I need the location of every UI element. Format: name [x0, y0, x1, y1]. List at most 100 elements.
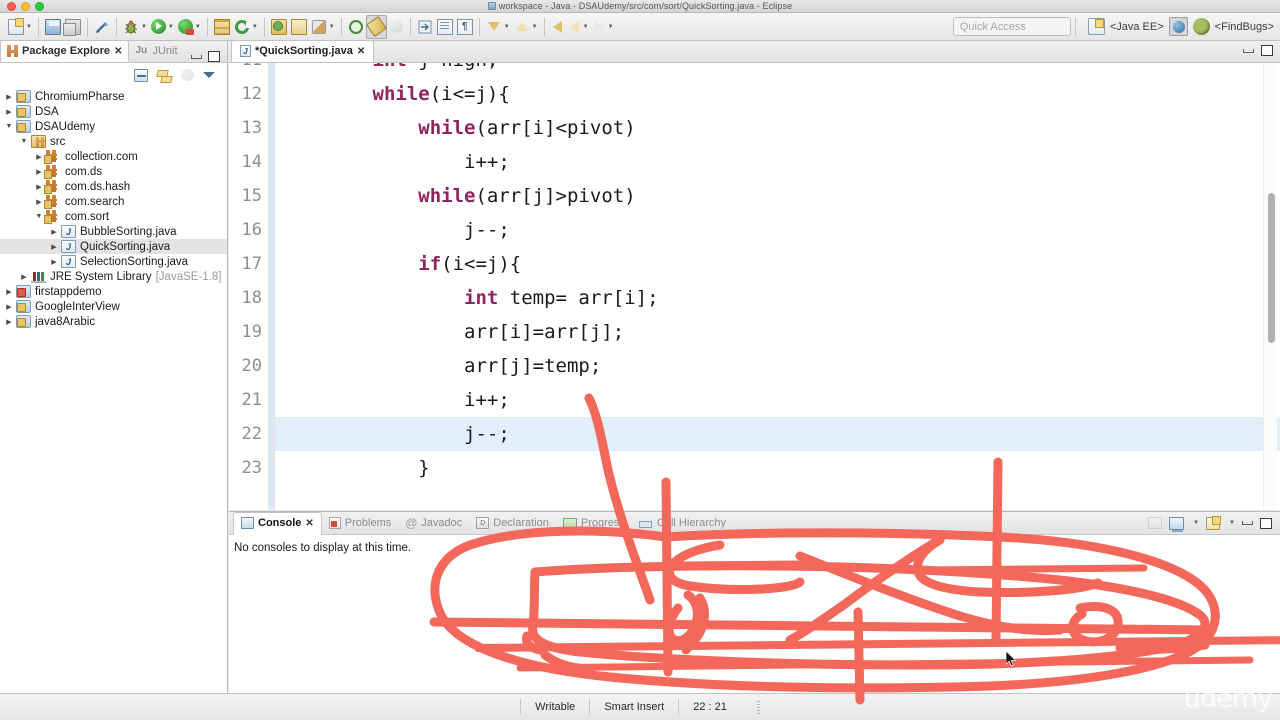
- source-code[interactable]: int j=high; while(i<=j){ while(arr[i]<pi…: [275, 63, 1280, 510]
- tree-item-com-ds-hash[interactable]: ▶ com.ds.hash: [0, 179, 227, 194]
- maximize-icon[interactable]: [1260, 517, 1272, 529]
- open-console-icon[interactable]: [1206, 515, 1222, 530]
- chevron-down-icon[interactable]: ▼: [1229, 520, 1235, 526]
- open-resource-button[interactable]: [289, 15, 309, 39]
- save-all-button[interactable]: [62, 15, 83, 39]
- console-tab-progress[interactable]: Progress: [556, 512, 632, 535]
- chevron-right-icon[interactable]: ▶: [2, 318, 16, 326]
- tree-item-src[interactable]: ▼ src: [0, 134, 227, 149]
- chevron-right-icon[interactable]: ▶: [2, 108, 16, 116]
- console-tab-javadoc[interactable]: @ Javadoc: [398, 512, 469, 535]
- view-menu-icon[interactable]: [203, 72, 215, 78]
- perspective-findbugs[interactable]: <FindBugs>: [1215, 21, 1274, 33]
- chevron-down-icon[interactable]: ▼: [252, 24, 258, 30]
- tree-item-jre-system-library[interactable]: ▶ JRE System Library [JavaSE-1.8]: [0, 269, 227, 284]
- tree-item-chromiumpharse[interactable]: ▶ ChromiumPharse: [0, 89, 227, 104]
- console-tab-declaration[interactable]: D Declaration: [469, 512, 556, 535]
- chevron-down-icon[interactable]: ▼: [195, 24, 201, 30]
- new-wizard-button[interactable]: ▼: [6, 15, 34, 39]
- new-java-project-button[interactable]: [212, 15, 232, 39]
- tree-item-com-sort[interactable]: ▼ com.sort: [0, 209, 227, 224]
- code-line[interactable]: i++;: [275, 383, 1280, 417]
- chevron-right-icon[interactable]: ▶: [2, 303, 16, 311]
- minimize-icon[interactable]: [1242, 521, 1253, 525]
- highlight-button[interactable]: [365, 14, 387, 39]
- code-line[interactable]: while(arr[i]<pivot): [275, 111, 1280, 145]
- open-type-button[interactable]: [269, 15, 289, 39]
- pin-console-icon[interactable]: [1148, 517, 1163, 529]
- open-perspective-icon[interactable]: [1087, 18, 1105, 35]
- status-resize-handle[interactable]: [756, 700, 760, 714]
- maximize-icon[interactable]: [1261, 45, 1273, 56]
- mark-occurrences-button[interactable]: [92, 15, 112, 39]
- tree-item-dsaudemy[interactable]: ▼ DSAUdemy: [0, 119, 227, 134]
- next-button[interactable]: ▼: [591, 15, 616, 39]
- chevron-right-icon[interactable]: ▶: [2, 288, 16, 296]
- console-tab-call-hierarchy[interactable]: Call Hierarchy: [632, 512, 733, 535]
- run-button[interactable]: ▼: [149, 15, 176, 39]
- next-annotation-button[interactable]: ▼: [484, 15, 512, 39]
- tree-item-com-ds[interactable]: ▶ com.ds: [0, 164, 227, 179]
- chevron-right-icon[interactable]: ▶: [2, 93, 16, 101]
- code-line[interactable]: int temp= arr[i];: [275, 281, 1280, 315]
- tab-quicksorting-java[interactable]: J *QuickSorting.java ✕: [231, 40, 375, 62]
- minimize-icon[interactable]: [1243, 48, 1254, 53]
- tree-item-java8arabic[interactable]: ▶ java8Arabic: [0, 314, 227, 329]
- chevron-down-icon[interactable]: ▼: [168, 24, 174, 30]
- chevron-down-icon[interactable]: ▼: [2, 123, 16, 130]
- code-line[interactable]: while(i<=j){: [275, 77, 1280, 111]
- previous-annotation-button[interactable]: ▼: [512, 15, 540, 39]
- minimize-icon[interactable]: [191, 54, 202, 59]
- tree-item-firstappdemo[interactable]: ▶ firstappdemo: [0, 284, 227, 299]
- tree-item-collection-com[interactable]: ▶ collection.com: [0, 149, 227, 164]
- maximize-icon[interactable]: [208, 51, 220, 62]
- code-line[interactable]: j--;: [275, 213, 1280, 247]
- chevron-down-icon[interactable]: ▼: [329, 24, 335, 30]
- chevron-right-icon[interactable]: ▶: [47, 243, 61, 251]
- debug-button[interactable]: ▼: [121, 15, 149, 39]
- console-tab-problems[interactable]: Problems: [322, 512, 398, 535]
- back-button[interactable]: [549, 15, 566, 39]
- chevron-down-icon[interactable]: ▼: [532, 24, 538, 30]
- chevron-down-icon[interactable]: ▼: [17, 138, 31, 145]
- focus-icon[interactable]: [181, 69, 194, 81]
- code-line[interactable]: j--;: [275, 417, 1280, 451]
- tree-item-bubblesorting-java[interactable]: ▶ J BubbleSorting.java: [0, 224, 227, 239]
- project-tree[interactable]: ▶ ChromiumPharse ▶ DSA ▼ DSAUdemy ▼ src ▶ collect…: [0, 87, 227, 329]
- close-icon[interactable]: ✕: [305, 518, 313, 529]
- chevron-down-icon[interactable]: ▼: [141, 24, 147, 30]
- perspective-findbugs-icon[interactable]: [1192, 18, 1210, 35]
- quick-access-input[interactable]: Quick Access: [952, 17, 1071, 36]
- run-coverage-button[interactable]: ▼: [176, 15, 203, 39]
- chevron-down-icon[interactable]: ▼: [608, 24, 614, 30]
- tree-item-dsa[interactable]: ▶ DSA: [0, 104, 227, 119]
- chevron-right-icon[interactable]: ▶: [47, 228, 61, 236]
- save-button[interactable]: [43, 15, 63, 39]
- link-with-editor-icon[interactable]: [157, 69, 172, 82]
- tree-item-com-search[interactable]: ▶ com.search: [0, 194, 227, 209]
- chevron-down-icon[interactable]: ▼: [26, 24, 32, 30]
- code-line[interactable]: }: [275, 451, 1280, 485]
- tree-item-selectionsorting-java[interactable]: ▶ J SelectionSorting.java: [0, 254, 227, 269]
- external-tools-button[interactable]: [415, 15, 435, 39]
- whitespace-button[interactable]: ¶: [455, 15, 475, 39]
- cluster-button[interactable]: [387, 15, 406, 39]
- console-tab-console[interactable]: Console ✕: [233, 511, 322, 535]
- tree-item-quicksorting-java[interactable]: ▶ J QuickSorting.java: [0, 239, 227, 254]
- editor-vertical-scrollbar[interactable]: [1263, 63, 1277, 510]
- chevron-down-icon[interactable]: ▼: [504, 24, 510, 30]
- code-line[interactable]: arr[j]=temp;: [275, 349, 1280, 383]
- tree-item-googleinterview[interactable]: ▶ GoogleInterView: [0, 299, 227, 314]
- chevron-right-icon[interactable]: ▶: [47, 258, 61, 266]
- forward-button[interactable]: ▼: [566, 15, 591, 39]
- display-selected-console-icon[interactable]: [1169, 516, 1185, 532]
- code-line[interactable]: i++;: [275, 145, 1280, 179]
- collapse-all-icon[interactable]: [134, 68, 148, 82]
- code-line[interactable]: arr[i]=arr[j];: [275, 315, 1280, 349]
- code-area[interactable]: 11 12 13 14 15 16 17 18 19 20 21 22 23 int j=high; w…: [229, 63, 1280, 510]
- chevron-down-icon[interactable]: ▼: [1193, 520, 1199, 526]
- chevron-right-icon[interactable]: ▶: [17, 273, 31, 281]
- tab-package-explorer[interactable]: Package Explore ✕: [0, 40, 130, 62]
- code-line[interactable]: while(arr[j]>pivot): [275, 179, 1280, 213]
- perspective-java-ee-icon[interactable]: [1168, 17, 1188, 36]
